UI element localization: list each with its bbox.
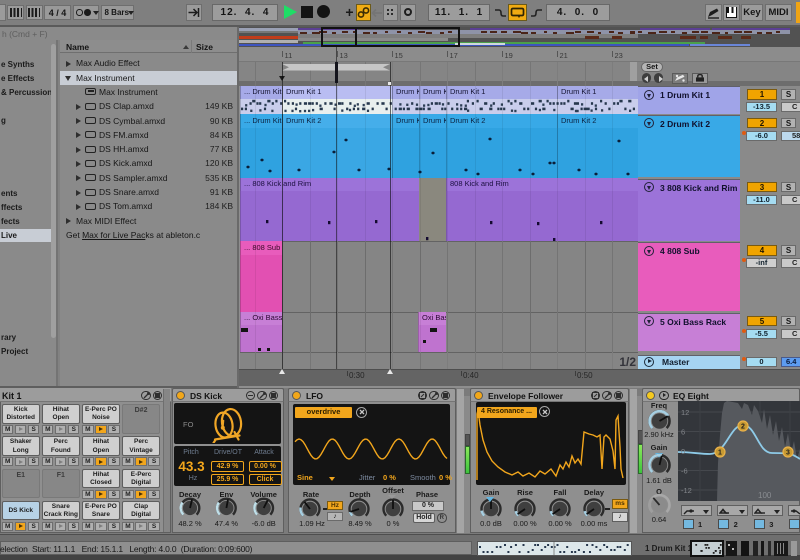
svg-text:1: 1 [718, 450, 722, 457]
svg-text:-12: -12 [681, 486, 692, 495]
svg-text:6: 6 [681, 428, 685, 437]
svg-text:3: 3 [786, 450, 790, 457]
svg-text:2: 2 [741, 424, 745, 431]
svg-text:100: 100 [758, 491, 772, 500]
svg-text:-6: -6 [681, 467, 688, 476]
svg-text:12: 12 [681, 408, 689, 417]
svg-text:0: 0 [681, 447, 685, 456]
